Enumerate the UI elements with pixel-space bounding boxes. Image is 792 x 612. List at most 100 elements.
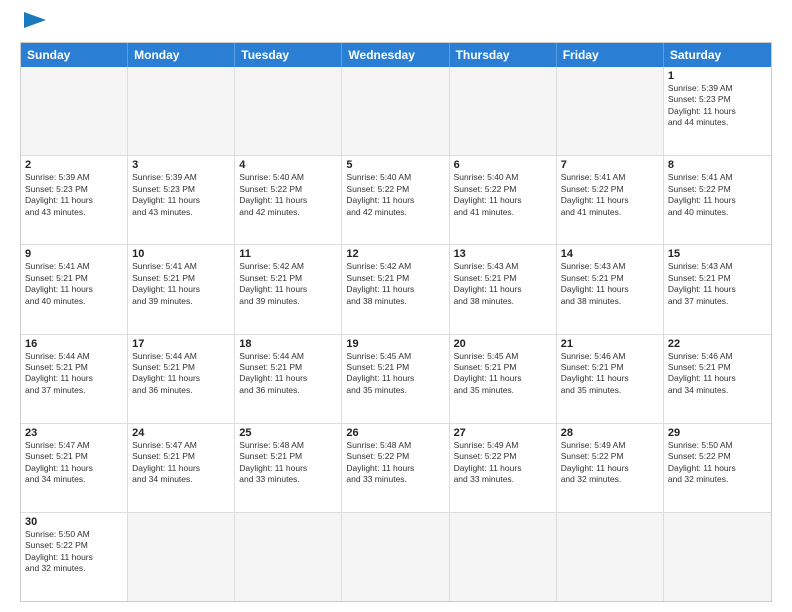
day-number: 20 [454,338,552,350]
day-info: Sunrise: 5:39 AM Sunset: 5:23 PM Dayligh… [132,172,230,218]
table-row: 26Sunrise: 5:48 AM Sunset: 5:22 PM Dayli… [342,424,449,512]
day-info: Sunrise: 5:50 AM Sunset: 5:22 PM Dayligh… [25,529,123,575]
table-row: 6Sunrise: 5:40 AM Sunset: 5:22 PM Daylig… [450,156,557,244]
table-row: 9Sunrise: 5:41 AM Sunset: 5:21 PM Daylig… [21,245,128,333]
table-row: 28Sunrise: 5:49 AM Sunset: 5:22 PM Dayli… [557,424,664,512]
table-row: 7Sunrise: 5:41 AM Sunset: 5:22 PM Daylig… [557,156,664,244]
day-number: 21 [561,338,659,350]
day-number: 4 [239,159,337,171]
day-number: 25 [239,427,337,439]
calendar-row: 1Sunrise: 5:39 AM Sunset: 5:23 PM Daylig… [21,67,771,156]
day-info: Sunrise: 5:44 AM Sunset: 5:21 PM Dayligh… [132,351,230,397]
day-number: 7 [561,159,659,171]
day-info: Sunrise: 5:45 AM Sunset: 5:21 PM Dayligh… [346,351,444,397]
weekday-tuesday: Tuesday [235,43,342,67]
table-row: 19Sunrise: 5:45 AM Sunset: 5:21 PM Dayli… [342,335,449,423]
day-info: Sunrise: 5:49 AM Sunset: 5:22 PM Dayligh… [561,440,659,486]
day-info: Sunrise: 5:46 AM Sunset: 5:21 PM Dayligh… [561,351,659,397]
weekday-monday: Monday [128,43,235,67]
calendar-row: 2Sunrise: 5:39 AM Sunset: 5:23 PM Daylig… [21,156,771,245]
day-info: Sunrise: 5:39 AM Sunset: 5:23 PM Dayligh… [668,83,767,129]
day-number: 30 [25,516,123,528]
table-row: 1Sunrise: 5:39 AM Sunset: 5:23 PM Daylig… [664,67,771,155]
day-info: Sunrise: 5:44 AM Sunset: 5:21 PM Dayligh… [239,351,337,397]
table-row: 2Sunrise: 5:39 AM Sunset: 5:23 PM Daylig… [21,156,128,244]
table-row [664,513,771,601]
table-row: 10Sunrise: 5:41 AM Sunset: 5:21 PM Dayli… [128,245,235,333]
day-info: Sunrise: 5:48 AM Sunset: 5:21 PM Dayligh… [239,440,337,486]
day-number: 17 [132,338,230,350]
table-row: 20Sunrise: 5:45 AM Sunset: 5:21 PM Dayli… [450,335,557,423]
table-row [342,67,449,155]
weekday-thursday: Thursday [450,43,557,67]
day-info: Sunrise: 5:43 AM Sunset: 5:21 PM Dayligh… [454,261,552,307]
calendar-page: Sunday Monday Tuesday Wednesday Thursday… [0,0,792,612]
table-row: 24Sunrise: 5:47 AM Sunset: 5:21 PM Dayli… [128,424,235,512]
day-number: 16 [25,338,123,350]
table-row: 14Sunrise: 5:43 AM Sunset: 5:21 PM Dayli… [557,245,664,333]
calendar: Sunday Monday Tuesday Wednesday Thursday… [20,42,772,602]
calendar-row: 30Sunrise: 5:50 AM Sunset: 5:22 PM Dayli… [21,513,771,601]
header [20,16,772,34]
table-row [128,513,235,601]
weekday-friday: Friday [557,43,664,67]
table-row: 21Sunrise: 5:46 AM Sunset: 5:21 PM Dayli… [557,335,664,423]
day-info: Sunrise: 5:43 AM Sunset: 5:21 PM Dayligh… [561,261,659,307]
day-info: Sunrise: 5:46 AM Sunset: 5:21 PM Dayligh… [668,351,767,397]
table-row [557,67,664,155]
day-number: 10 [132,248,230,260]
calendar-row: 16Sunrise: 5:44 AM Sunset: 5:21 PM Dayli… [21,335,771,424]
day-number: 13 [454,248,552,260]
weekday-saturday: Saturday [664,43,771,67]
table-row [235,513,342,601]
day-info: Sunrise: 5:42 AM Sunset: 5:21 PM Dayligh… [346,261,444,307]
day-number: 24 [132,427,230,439]
day-number: 22 [668,338,767,350]
table-row: 18Sunrise: 5:44 AM Sunset: 5:21 PM Dayli… [235,335,342,423]
day-info: Sunrise: 5:41 AM Sunset: 5:21 PM Dayligh… [132,261,230,307]
day-number: 9 [25,248,123,260]
day-number: 26 [346,427,444,439]
calendar-row: 23Sunrise: 5:47 AM Sunset: 5:21 PM Dayli… [21,424,771,513]
table-row [450,513,557,601]
day-number: 11 [239,248,337,260]
calendar-header: Sunday Monday Tuesday Wednesday Thursday… [21,43,771,67]
day-number: 2 [25,159,123,171]
day-info: Sunrise: 5:50 AM Sunset: 5:22 PM Dayligh… [668,440,767,486]
day-number: 23 [25,427,123,439]
day-info: Sunrise: 5:41 AM Sunset: 5:22 PM Dayligh… [668,172,767,218]
day-info: Sunrise: 5:49 AM Sunset: 5:22 PM Dayligh… [454,440,552,486]
table-row: 3Sunrise: 5:39 AM Sunset: 5:23 PM Daylig… [128,156,235,244]
day-info: Sunrise: 5:41 AM Sunset: 5:22 PM Dayligh… [561,172,659,218]
day-info: Sunrise: 5:39 AM Sunset: 5:23 PM Dayligh… [25,172,123,218]
day-info: Sunrise: 5:40 AM Sunset: 5:22 PM Dayligh… [454,172,552,218]
table-row: 27Sunrise: 5:49 AM Sunset: 5:22 PM Dayli… [450,424,557,512]
table-row [342,513,449,601]
table-row: 25Sunrise: 5:48 AM Sunset: 5:21 PM Dayli… [235,424,342,512]
day-number: 3 [132,159,230,171]
table-row: 12Sunrise: 5:42 AM Sunset: 5:21 PM Dayli… [342,245,449,333]
logo-icon [24,12,46,34]
day-number: 14 [561,248,659,260]
day-number: 12 [346,248,444,260]
calendar-row: 9Sunrise: 5:41 AM Sunset: 5:21 PM Daylig… [21,245,771,334]
table-row: 29Sunrise: 5:50 AM Sunset: 5:22 PM Dayli… [664,424,771,512]
table-row: 16Sunrise: 5:44 AM Sunset: 5:21 PM Dayli… [21,335,128,423]
logo [20,16,46,34]
day-number: 27 [454,427,552,439]
day-info: Sunrise: 5:44 AM Sunset: 5:21 PM Dayligh… [25,351,123,397]
day-number: 18 [239,338,337,350]
table-row: 5Sunrise: 5:40 AM Sunset: 5:22 PM Daylig… [342,156,449,244]
table-row: 30Sunrise: 5:50 AM Sunset: 5:22 PM Dayli… [21,513,128,601]
day-number: 5 [346,159,444,171]
table-row: 11Sunrise: 5:42 AM Sunset: 5:21 PM Dayli… [235,245,342,333]
day-info: Sunrise: 5:42 AM Sunset: 5:21 PM Dayligh… [239,261,337,307]
day-number: 29 [668,427,767,439]
table-row [557,513,664,601]
day-number: 28 [561,427,659,439]
day-info: Sunrise: 5:48 AM Sunset: 5:22 PM Dayligh… [346,440,444,486]
table-row [450,67,557,155]
table-row: 8Sunrise: 5:41 AM Sunset: 5:22 PM Daylig… [664,156,771,244]
day-info: Sunrise: 5:41 AM Sunset: 5:21 PM Dayligh… [25,261,123,307]
day-number: 15 [668,248,767,260]
